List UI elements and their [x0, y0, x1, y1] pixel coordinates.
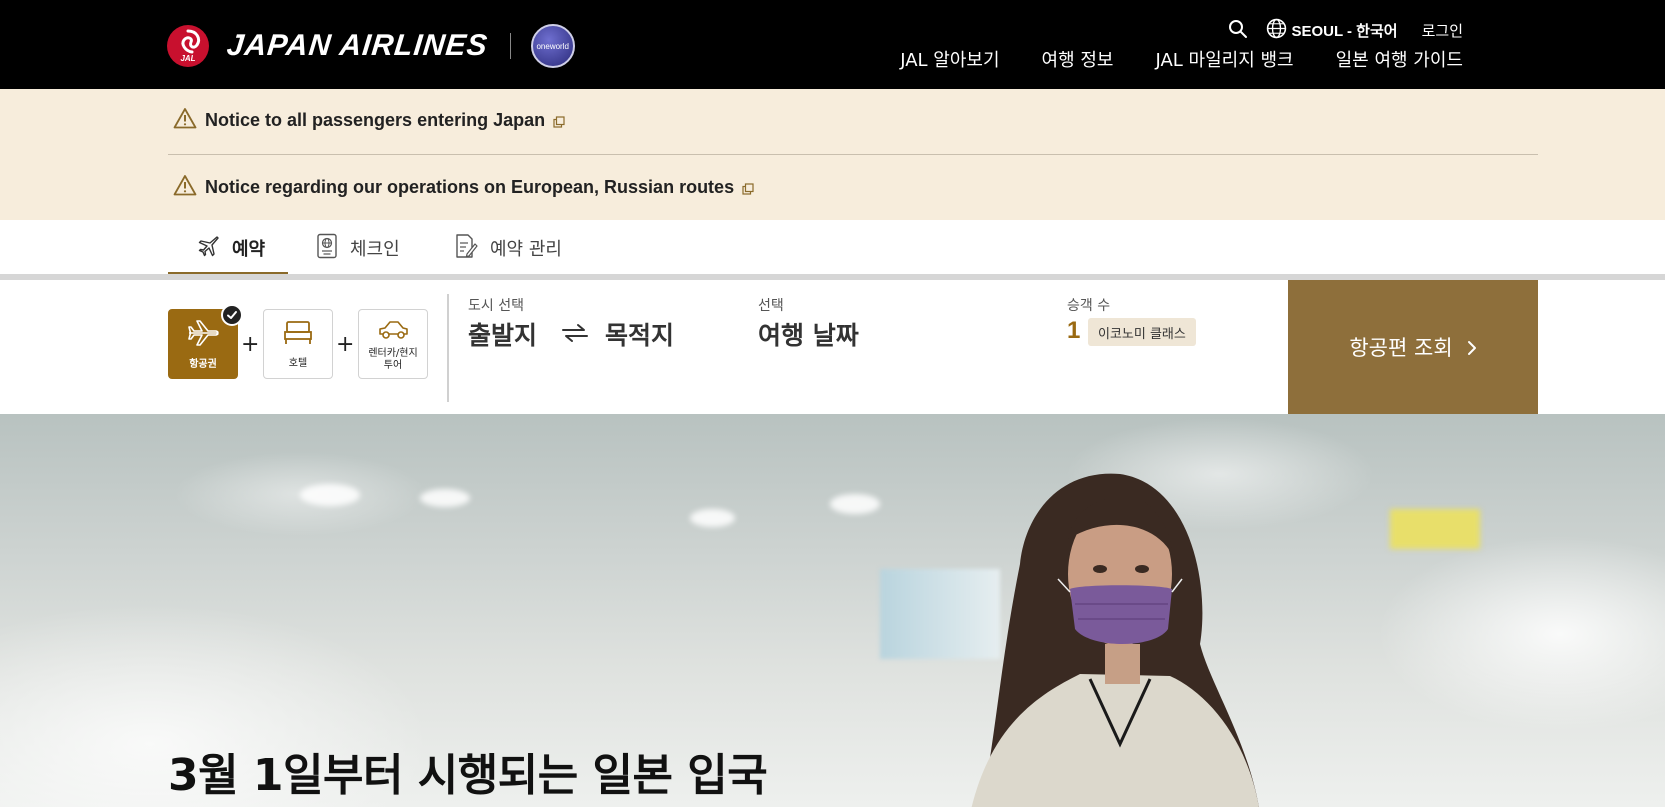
notice-banner: Notice to all passengers entering Japan …: [0, 89, 1665, 220]
utility-bar: SEOUL - 한국어 로그인: [1228, 18, 1463, 43]
date-select-label: 선택: [758, 298, 784, 314]
tab-booking[interactable]: 예약: [168, 220, 288, 276]
passengers-label: 승객 수: [1067, 298, 1111, 314]
region-language-selector[interactable]: SEOUL - 한국어: [1291, 20, 1397, 41]
nav-item-mileage-bank[interactable]: JAL 마일리지 뱅크: [1155, 46, 1293, 72]
hero-banner[interactable]: 3월 1일부터 시행되는 일본 입국: [0, 414, 1665, 807]
svg-text:JAL: JAL: [180, 54, 195, 63]
notice-link-european-russian-routes[interactable]: Notice regarding our operations on Europ…: [173, 174, 754, 201]
product-label-line2: 투어: [383, 359, 403, 371]
booking-tabs: 예약 체크인 예약 관리: [0, 220, 1665, 276]
brand-logo[interactable]: JAL JAPAN AIRLINES oneworld: [167, 24, 575, 68]
site-header: JAL JAPAN AIRLINES oneworld SEOUL - 한국어 …: [0, 0, 1665, 89]
swap-arrows-icon[interactable]: [560, 320, 590, 350]
login-link[interactable]: 로그인: [1422, 20, 1463, 41]
tab-label: 예약 관리: [490, 239, 562, 260]
search-icon[interactable]: [1228, 19, 1248, 43]
hero-bokeh: [420, 489, 470, 507]
product-label: 호텔: [288, 358, 308, 369]
jal-crane-logo-icon: JAL: [167, 25, 209, 67]
hero-title[interactable]: 3월 1일부터 시행되는 일본 입국: [168, 739, 768, 803]
warning-icon: [173, 107, 197, 134]
airplane-icon: [186, 318, 220, 351]
product-hotel-button[interactable]: 호텔: [263, 309, 333, 379]
city-select-label: 도시 선택: [468, 298, 524, 314]
nav-item-japan-guide[interactable]: 일본 여행 가이드: [1336, 46, 1463, 72]
destination-field[interactable]: 목적지: [605, 316, 674, 352]
product-label: 항공권: [189, 359, 217, 370]
checkmark-icon: [221, 304, 243, 326]
cabin-class-chip[interactable]: 이코노미 클래스: [1088, 318, 1196, 346]
tab-manage-booking[interactable]: 예약 관리: [454, 220, 562, 276]
notice-text: Notice to all passengers entering Japan: [205, 110, 546, 130]
airplane-icon: [196, 234, 220, 263]
bed-icon: [282, 319, 314, 350]
notice-text: Notice regarding our operations on Europ…: [205, 177, 735, 197]
panel-divider: [447, 294, 449, 402]
brand-wordmark: JAPAN AIRLINES: [225, 29, 490, 62]
passenger-count[interactable]: 1: [1067, 317, 1080, 345]
plus-separator: +: [241, 332, 260, 357]
tab-label: 예약: [232, 239, 266, 260]
notice-link-entering-japan[interactable]: Notice to all passengers entering Japan: [173, 107, 565, 134]
oneworld-logo-icon: oneworld: [530, 24, 575, 68]
chevron-right-icon: [1467, 337, 1477, 361]
warning-icon: [173, 174, 197, 201]
car-icon: [376, 317, 410, 345]
logo-divider: [509, 33, 511, 59]
search-button-label: 항공편 조회: [1349, 336, 1453, 360]
product-car-tour-button[interactable]: 렌터카/현지 투어: [358, 309, 428, 379]
notice-divider: [168, 154, 1538, 155]
hero-bokeh: [690, 509, 735, 527]
external-link-icon: [553, 112, 565, 133]
hero-bokeh: [300, 484, 360, 506]
nav-item-travel-info[interactable]: 여행 정보: [1042, 46, 1114, 72]
tab-check-in[interactable]: 체크인: [316, 220, 400, 276]
product-label-line1: 렌터카/현지: [368, 348, 418, 360]
tab-label: 체크인: [350, 239, 400, 260]
search-flights-button[interactable]: 항공편 조회: [1288, 280, 1538, 414]
travel-date-field[interactable]: 여행 날짜: [758, 316, 859, 352]
globe-icon: [1266, 18, 1287, 43]
external-link-icon: [742, 179, 754, 200]
nav-item-about-jal[interactable]: JAL 알아보기: [900, 46, 999, 72]
document-edit-icon: [454, 233, 478, 264]
main-nav: JAL 알아보기 여행 정보 JAL 마일리지 뱅크 일본 여행 가이드: [858, 46, 1463, 72]
hero-background-sign: [1390, 509, 1480, 549]
plus-separator: +: [336, 332, 355, 357]
passport-icon: [316, 233, 338, 264]
masked-traveler-image: [960, 444, 1280, 807]
booking-panel: 항공권 + 호텔 + 렌터카/현지 투어 도시 선택 출발지 목적지 선택 여행…: [0, 280, 1665, 414]
origin-field[interactable]: 출발지: [468, 316, 537, 352]
hero-bokeh: [830, 494, 880, 514]
